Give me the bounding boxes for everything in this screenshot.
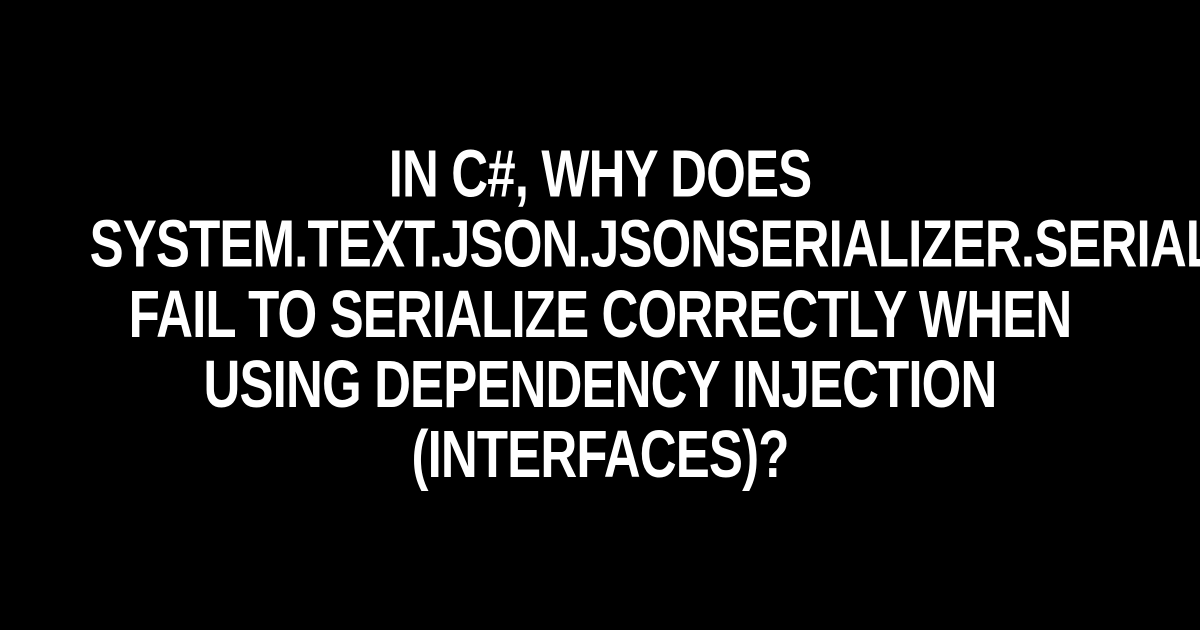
title-container: In C#, why does System.Text.Json.JsonSer… xyxy=(0,163,1200,467)
page-title: In C#, why does System.Text.Json.JsonSer… xyxy=(90,140,1111,490)
